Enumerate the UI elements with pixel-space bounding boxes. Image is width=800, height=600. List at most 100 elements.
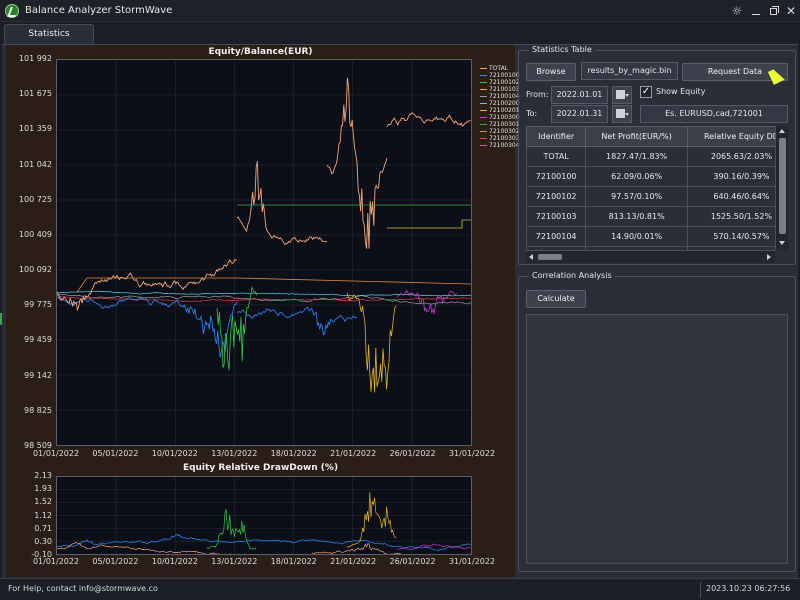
drawdown-y-tick-label: 1.52 bbox=[34, 497, 52, 507]
table-cell: 14.90/0.01% bbox=[585, 226, 688, 247]
equity-x-tick-label: 10/01/2022 bbox=[151, 449, 198, 458]
equity-y-tick-label: 99 459 bbox=[24, 335, 52, 345]
file-name-field[interactable]: results_by_magic.bin bbox=[581, 62, 678, 80]
drawdown-y-tick-label: 0.71 bbox=[34, 523, 52, 533]
show-equity-checkbox[interactable]: ✓ bbox=[640, 86, 652, 98]
legend-swatch bbox=[480, 96, 487, 97]
drawdown-y-tick-label: 2.13 bbox=[34, 471, 52, 480]
legend-label: 72100103 bbox=[489, 86, 520, 93]
minimize-button[interactable] bbox=[748, 3, 764, 19]
legend-label: TOTAL bbox=[489, 65, 509, 72]
table-cell: 62.09/0.06% bbox=[585, 166, 688, 187]
table-row[interactable]: 72100104 14.90/0.01% 570.14/0.57% bbox=[526, 226, 775, 247]
scroll-up-icon[interactable] bbox=[779, 129, 785, 133]
table-row[interactable]: TOTAL 1827.47/1.83% 2065.63/2.03% bbox=[526, 146, 775, 167]
restore-button[interactable] bbox=[766, 3, 782, 19]
table-row[interactable]: 72100103 813.13/0.81% 1525.50/1.52% bbox=[526, 206, 775, 227]
table-vertical-scrollbar[interactable] bbox=[775, 126, 788, 250]
equity-x-tick-label: 05/01/2022 bbox=[92, 449, 139, 458]
drawdown-y-tick-label: 0.30 bbox=[34, 536, 52, 546]
table-cell: 2065.63/2.03% bbox=[686, 146, 775, 167]
drawdown-x-tick-label: 05/01/2022 bbox=[92, 557, 139, 566]
statistics-group-title: Statistics Table bbox=[529, 45, 595, 54]
browse-button[interactable]: Browse bbox=[526, 63, 576, 81]
equity-x-tick-label: 26/01/2022 bbox=[389, 449, 436, 458]
to-date-field[interactable]: 2022.01.31 bbox=[551, 105, 608, 123]
drawdown-x-tick-label: 21/01/2022 bbox=[330, 557, 377, 566]
calculate-button[interactable]: Calculate bbox=[526, 290, 586, 308]
status-datetime: 2023.10.23 06:27:56 bbox=[706, 584, 791, 593]
legend-swatch bbox=[480, 131, 487, 132]
equity-x-tick-label: 18/01/2022 bbox=[270, 449, 317, 458]
series-72100100-dd bbox=[56, 534, 472, 551]
close-button[interactable]: ✕ bbox=[783, 3, 799, 19]
drawdown-chart-title: Equity Relative DrawDown (%) bbox=[182, 463, 339, 473]
table-cell: 72100103 bbox=[526, 206, 587, 227]
app-logo-icon bbox=[5, 4, 19, 18]
from-calendar-icon[interactable] bbox=[612, 86, 632, 104]
equity-y-tick-label: 101 675 bbox=[18, 89, 52, 99]
series-72100200-line bbox=[57, 290, 472, 297]
to-calendar-icon[interactable] bbox=[612, 105, 632, 123]
show-equity-label: Show Equity bbox=[656, 87, 706, 96]
legend-swatch bbox=[480, 103, 487, 104]
left-edge-accent bbox=[0, 313, 2, 325]
equity-y-tick-label: 101 992 bbox=[18, 54, 52, 63]
table-cell: 97.57/0.10% bbox=[585, 186, 688, 207]
equity-y-tick-label: 99 142 bbox=[24, 370, 52, 380]
series-total-line bbox=[326, 77, 388, 249]
table-header[interactable]: Relative Equity DD bbox=[686, 126, 775, 147]
equity-y-tick-label: 101 042 bbox=[18, 159, 52, 169]
legend-item: TOTAL bbox=[480, 65, 520, 72]
drawdown-x-tick-label: 13/01/2022 bbox=[211, 557, 258, 566]
equity-x-tick-label: 21/01/2022 bbox=[330, 449, 377, 458]
scroll-down-icon[interactable] bbox=[779, 241, 785, 245]
legend-item: 72100200 bbox=[480, 100, 520, 107]
scroll-right-icon[interactable] bbox=[767, 254, 771, 260]
table-horizontal-scrollbar[interactable] bbox=[526, 250, 775, 263]
table-header[interactable]: Net Profit(EUR/%) bbox=[585, 126, 688, 147]
sun-icon[interactable]: ☼ bbox=[729, 3, 745, 19]
series-72100100-line bbox=[237, 306, 357, 336]
legend-item: 72100302 bbox=[480, 128, 520, 135]
statistics-table: Identifier Net Profit(EUR/%) Relative Equi… bbox=[526, 126, 775, 250]
from-label: From: bbox=[526, 90, 549, 99]
drawdown-x-tick-label: 18/01/2022 bbox=[270, 557, 317, 566]
series-72100201-line bbox=[387, 219, 471, 229]
series-72100103-dd bbox=[346, 492, 397, 548]
series-total-line bbox=[236, 161, 328, 246]
series-total-line bbox=[386, 112, 472, 128]
from-date-field[interactable]: 2022.01.01 bbox=[551, 86, 608, 104]
series-72100100-line bbox=[56, 296, 238, 358]
drawdown-plot bbox=[56, 476, 472, 561]
equity-y-tick-label: 98 825 bbox=[24, 405, 52, 415]
table-cell: 72100100 bbox=[526, 166, 587, 187]
scroll-left-icon[interactable] bbox=[529, 254, 533, 260]
table-row[interactable]: 72100102 97.57/0.10% 640.46/0.64% bbox=[526, 186, 775, 207]
legend-item: 72100201 bbox=[480, 107, 520, 114]
chart-panel: Equity/Balance(EUR) 101 992 101 675 101 35… bbox=[6, 45, 520, 577]
drawdown-x-tick-label: 26/01/2022 bbox=[389, 557, 436, 566]
drawdown-x-tick-label: 10/01/2022 bbox=[151, 557, 198, 566]
legend-swatch bbox=[480, 110, 487, 111]
filter-input[interactable]: Es. EURUSD,cad,721001 bbox=[640, 105, 788, 123]
equity-y-tick-label: 101 359 bbox=[18, 124, 52, 134]
legend-label: 72100300 bbox=[489, 114, 520, 121]
window-title: Balance Analyzer StormWave bbox=[25, 5, 173, 16]
drawdown-y-tick-label: 1.93 bbox=[34, 484, 52, 494]
tab-bar: Statistics bbox=[0, 22, 800, 44]
legend-swatch bbox=[480, 82, 487, 83]
table-row[interactable]: 72100100 62.09/0.06% 390.16/0.39% bbox=[526, 166, 775, 187]
status-bar: For Help, contact info@stormwave.co 2023… bbox=[0, 578, 800, 600]
legend-label: 72100102 bbox=[489, 79, 520, 86]
table-cell: 72100104 bbox=[526, 226, 587, 247]
legend-swatch bbox=[480, 68, 487, 69]
table-header[interactable]: Identifier bbox=[526, 126, 587, 147]
help-text: For Help, contact info@stormwave.co bbox=[8, 584, 158, 593]
chart-legend: TOTAL 72100100 72100102 72100103 72100104 721… bbox=[480, 65, 520, 149]
legend-item: 72100301 bbox=[480, 121, 520, 128]
tab-statistics[interactable]: Statistics bbox=[4, 24, 94, 44]
legend-item: 72100304 bbox=[480, 142, 520, 149]
equity-y-tick-label: 100 409 bbox=[18, 229, 52, 239]
legend-label: 72100302 bbox=[489, 128, 520, 135]
